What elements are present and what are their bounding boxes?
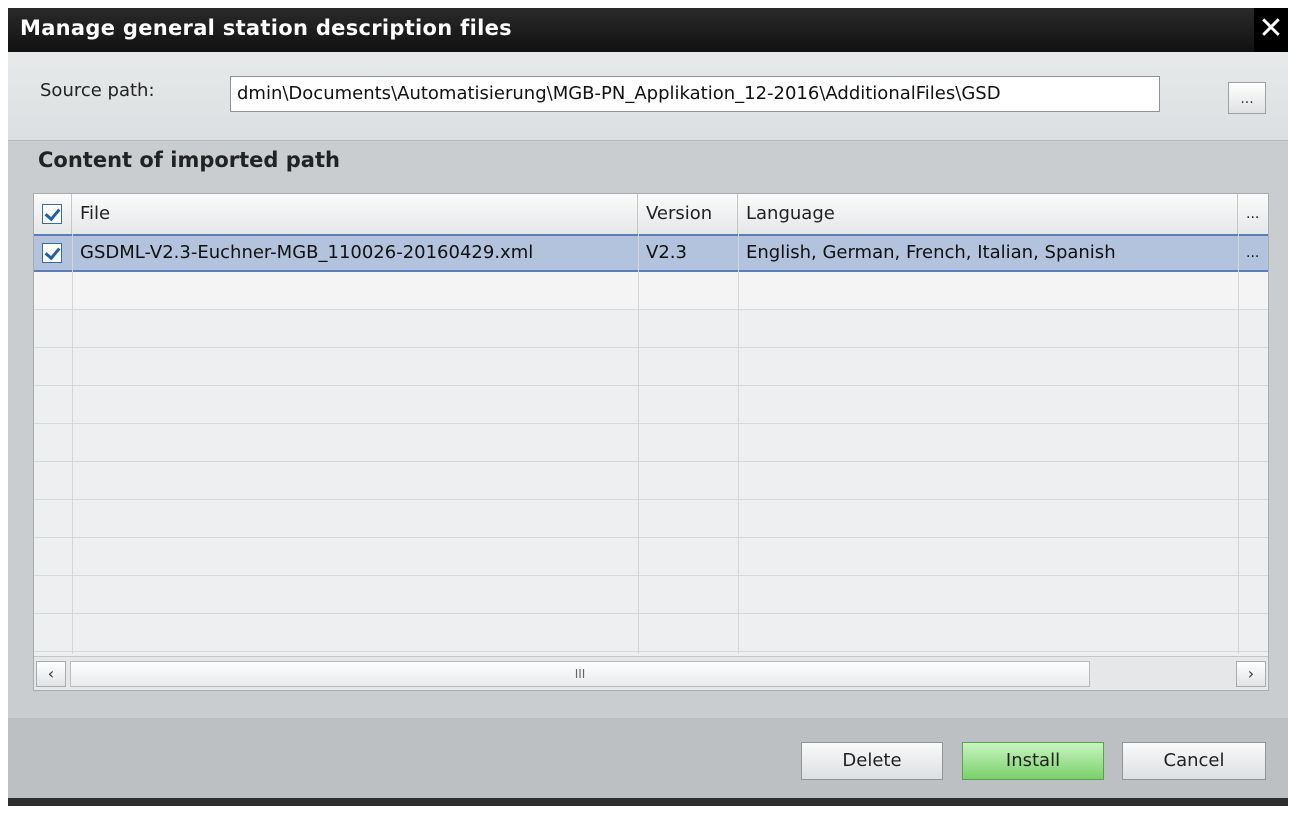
version-cell: V2.3: [646, 242, 687, 263]
column-header-file[interactable]: File: [72, 194, 638, 234]
source-path-area: Source path: dmin\Documents\Automatisier…: [8, 52, 1288, 141]
empty-row: [34, 310, 1268, 348]
table-row[interactable]: GSDML-V2.3-Euchner-MGB_110026-20160429.x…: [34, 234, 1268, 272]
bottom-border: [8, 798, 1288, 806]
close-icon[interactable]: ✕: [1254, 8, 1288, 52]
more-cell: ...: [1246, 245, 1260, 261]
header-select-all-cell: [34, 194, 72, 234]
column-divider: [72, 234, 73, 654]
source-path-label: Source path:: [40, 80, 155, 101]
column-divider: [1238, 234, 1239, 654]
title-bar: Manage general station description files…: [8, 8, 1288, 52]
dialog-title: Manage general station description files: [20, 16, 512, 40]
language-cell: English, German, French, Italian, Spanis…: [746, 242, 1116, 263]
empty-row: [34, 462, 1268, 500]
content-section-title: Content of imported path: [38, 148, 340, 172]
file-cell: GSDML-V2.3-Euchner-MGB_110026-20160429.x…: [80, 242, 534, 263]
dialog-footer: Delete Install Cancel: [8, 718, 1288, 798]
column-header-version[interactable]: Version: [638, 194, 738, 234]
browse-button[interactable]: ...: [1228, 82, 1266, 114]
empty-row: [34, 614, 1268, 652]
install-button[interactable]: Install: [962, 742, 1104, 780]
scrollbar-thumb[interactable]: III: [70, 661, 1090, 687]
column-header-more[interactable]: ...: [1238, 194, 1268, 234]
select-all-checkbox[interactable]: [42, 204, 62, 224]
column-header-language[interactable]: Language: [738, 194, 1238, 234]
empty-row: [34, 424, 1268, 462]
empty-row: [34, 576, 1268, 614]
scroll-right-icon[interactable]: ›: [1236, 661, 1266, 687]
empty-row: [34, 500, 1268, 538]
cancel-button[interactable]: Cancel: [1122, 742, 1266, 780]
empty-row: [34, 348, 1268, 386]
delete-button[interactable]: Delete: [801, 742, 943, 780]
empty-row: [34, 538, 1268, 576]
empty-row: [34, 272, 1268, 310]
manage-gsd-dialog: Manage general station description files…: [8, 8, 1288, 806]
horizontal-scrollbar[interactable]: ‹ III ›: [34, 656, 1268, 690]
column-divider: [638, 234, 639, 654]
scroll-left-icon[interactable]: ‹: [36, 661, 66, 687]
column-divider: [738, 234, 739, 654]
gsd-file-table: File Version Language ... GSDML-V2.3-Euc…: [33, 193, 1269, 691]
table-header: File Version Language ...: [34, 194, 1268, 235]
source-path-input[interactable]: dmin\Documents\Automatisierung\MGB-PN_Ap…: [230, 76, 1160, 112]
empty-row: [34, 386, 1268, 424]
row-checkbox[interactable]: [42, 243, 62, 263]
